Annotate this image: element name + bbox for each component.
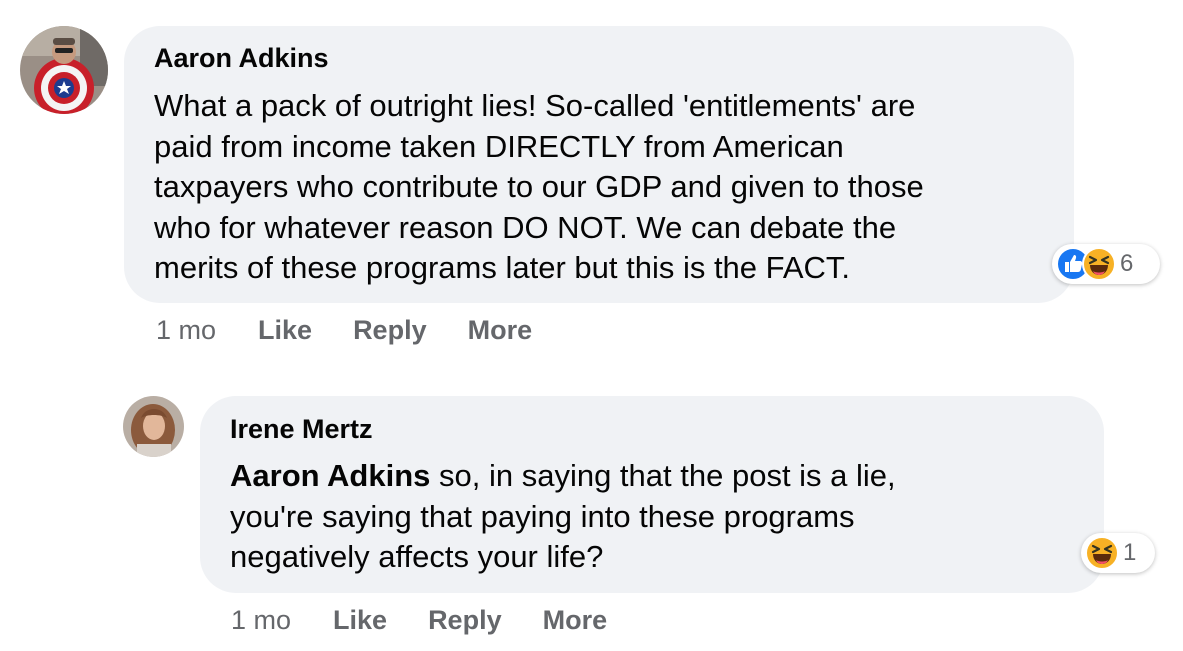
reaction-count: 1 bbox=[1123, 539, 1137, 566]
reply-author[interactable]: Irene Mertz bbox=[230, 414, 373, 445]
comment-text-line: paid from income taken DIRECTLY from Ame… bbox=[154, 128, 844, 164]
more-button[interactable]: More bbox=[543, 605, 608, 636]
haha-icon bbox=[1082, 247, 1116, 281]
reply-button[interactable]: Reply bbox=[353, 315, 427, 346]
reaction-count: 6 bbox=[1120, 250, 1134, 277]
haha-icon bbox=[1085, 536, 1119, 570]
reply-reactions-summary[interactable]: 1 bbox=[1081, 533, 1155, 573]
comment-timestamp[interactable]: 1 mo bbox=[156, 315, 216, 346]
comment-text: What a pack of outright lies! So-called … bbox=[154, 86, 924, 289]
comment-text-line: What a pack of outright lies! So-called … bbox=[154, 88, 916, 123]
reply-button[interactable]: Reply bbox=[428, 605, 502, 636]
avatar-aaron-adkins[interactable] bbox=[20, 26, 108, 114]
reactions-summary[interactable]: 6 bbox=[1052, 244, 1160, 284]
reply-actions: 1 mo Like Reply More bbox=[231, 605, 648, 636]
reply-text-segment: so, in saying that the post is a lie, bbox=[430, 458, 896, 493]
reply-text: Aaron Adkins so, in saying that the post… bbox=[230, 456, 896, 578]
reply-text-line: you're saying that paying into these pro… bbox=[230, 498, 855, 534]
reply-text-line: Aaron Adkins so, in saying that the post… bbox=[230, 456, 896, 497]
reply-text-line: negatively affects your life? bbox=[230, 539, 604, 574]
reply-timestamp[interactable]: 1 mo bbox=[231, 605, 291, 636]
avatar-irene-mertz[interactable] bbox=[123, 396, 184, 457]
comment-text-line: merits of these programs later but this … bbox=[154, 250, 851, 285]
comment-author[interactable]: Aaron Adkins bbox=[154, 43, 329, 74]
like-button[interactable]: Like bbox=[333, 605, 387, 636]
like-button[interactable]: Like bbox=[258, 315, 312, 346]
comment-text-line: who for whatever reason DO NOT. We can d… bbox=[154, 209, 897, 245]
more-button[interactable]: More bbox=[468, 315, 533, 346]
comment-text-line: taxpayers who contribute to our GDP and … bbox=[154, 169, 924, 204]
mention-link[interactable]: Aaron Adkins bbox=[230, 458, 430, 493]
comment-actions: 1 mo Like Reply More bbox=[156, 315, 573, 346]
